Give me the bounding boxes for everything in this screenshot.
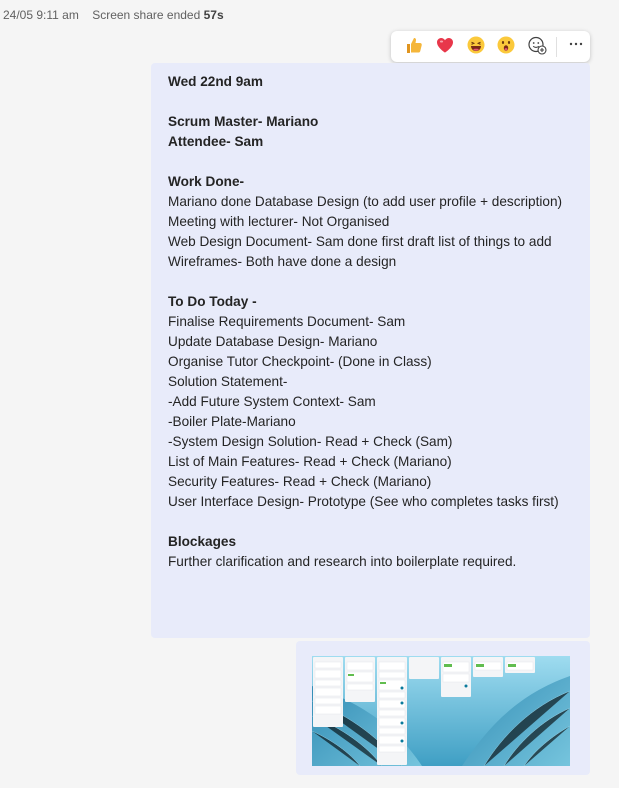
blockages-text: Further clarification and research into … (168, 554, 517, 569)
event-duration: 57s (203, 8, 224, 22)
work-done-item: Meeting with lecturer- Not Organised (168, 214, 390, 229)
work-done-item: Mariano done Database Design (to add use… (168, 194, 563, 209)
todo-item: Update Database Design- Mariano (168, 334, 378, 349)
todo-item: Security Features- Read + Check (Mariano… (168, 474, 432, 489)
todo-item: Organise Tutor Checkpoint- (Done in Clas… (168, 354, 432, 369)
screenshot-thumbnail[interactable] (312, 656, 570, 766)
add-reaction-button[interactable] (522, 31, 553, 62)
work-done-item: Web Design Document- Sam done first draf… (168, 234, 552, 249)
add-emoji-icon (527, 35, 547, 58)
more-icon (568, 36, 584, 57)
reaction-divider (556, 36, 558, 57)
like-reaction-button[interactable] (399, 31, 430, 62)
laughing-face-icon (466, 35, 486, 58)
todo-item: -System Design Solution- Read + Check (S… (168, 434, 453, 449)
todo-item: User Interface Design- Prototype (See wh… (168, 494, 559, 509)
image-attachment-bubble (296, 641, 590, 775)
scrum-master-line: Scrum Master- Mariano (168, 114, 319, 129)
todo-item: Solution Statement- (168, 374, 288, 389)
board-screenshot-image (312, 656, 570, 766)
event-text: Screen share ended (92, 8, 201, 22)
work-done-item: Wireframes- Both have done a design (168, 254, 397, 269)
reaction-bar (391, 31, 590, 62)
todo-item: -Add Future System Context- Sam (168, 394, 376, 409)
todo-heading: To Do Today - (168, 294, 257, 309)
heart-icon (435, 35, 455, 58)
work-done-heading: Work Done- (168, 174, 245, 189)
todo-item: List of Main Features- Read + Check (Mar… (168, 454, 452, 469)
surprised-reaction-button[interactable] (491, 31, 522, 62)
surprised-face-icon (496, 35, 516, 58)
timestamp: 24/05 9:11 am (3, 8, 79, 22)
more-options-button[interactable] (561, 31, 590, 62)
message-header: Wed 22nd 9am (168, 74, 263, 89)
thumbs-up-icon (404, 35, 424, 58)
message-bubble: Wed 22nd 9am Scrum Master- Mariano Atten… (151, 63, 590, 638)
todo-item: Finalise Requirements Document- Sam (168, 314, 406, 329)
blockages-heading: Blockages (168, 534, 237, 549)
message-meta: 24/05 9:11 am Screen share ended 57s (3, 8, 224, 22)
heart-reaction-button[interactable] (430, 31, 461, 62)
todo-item: -Boiler Plate-Mariano (168, 414, 296, 429)
attendee-line: Attendee- Sam (168, 134, 264, 149)
laugh-reaction-button[interactable] (460, 31, 491, 62)
